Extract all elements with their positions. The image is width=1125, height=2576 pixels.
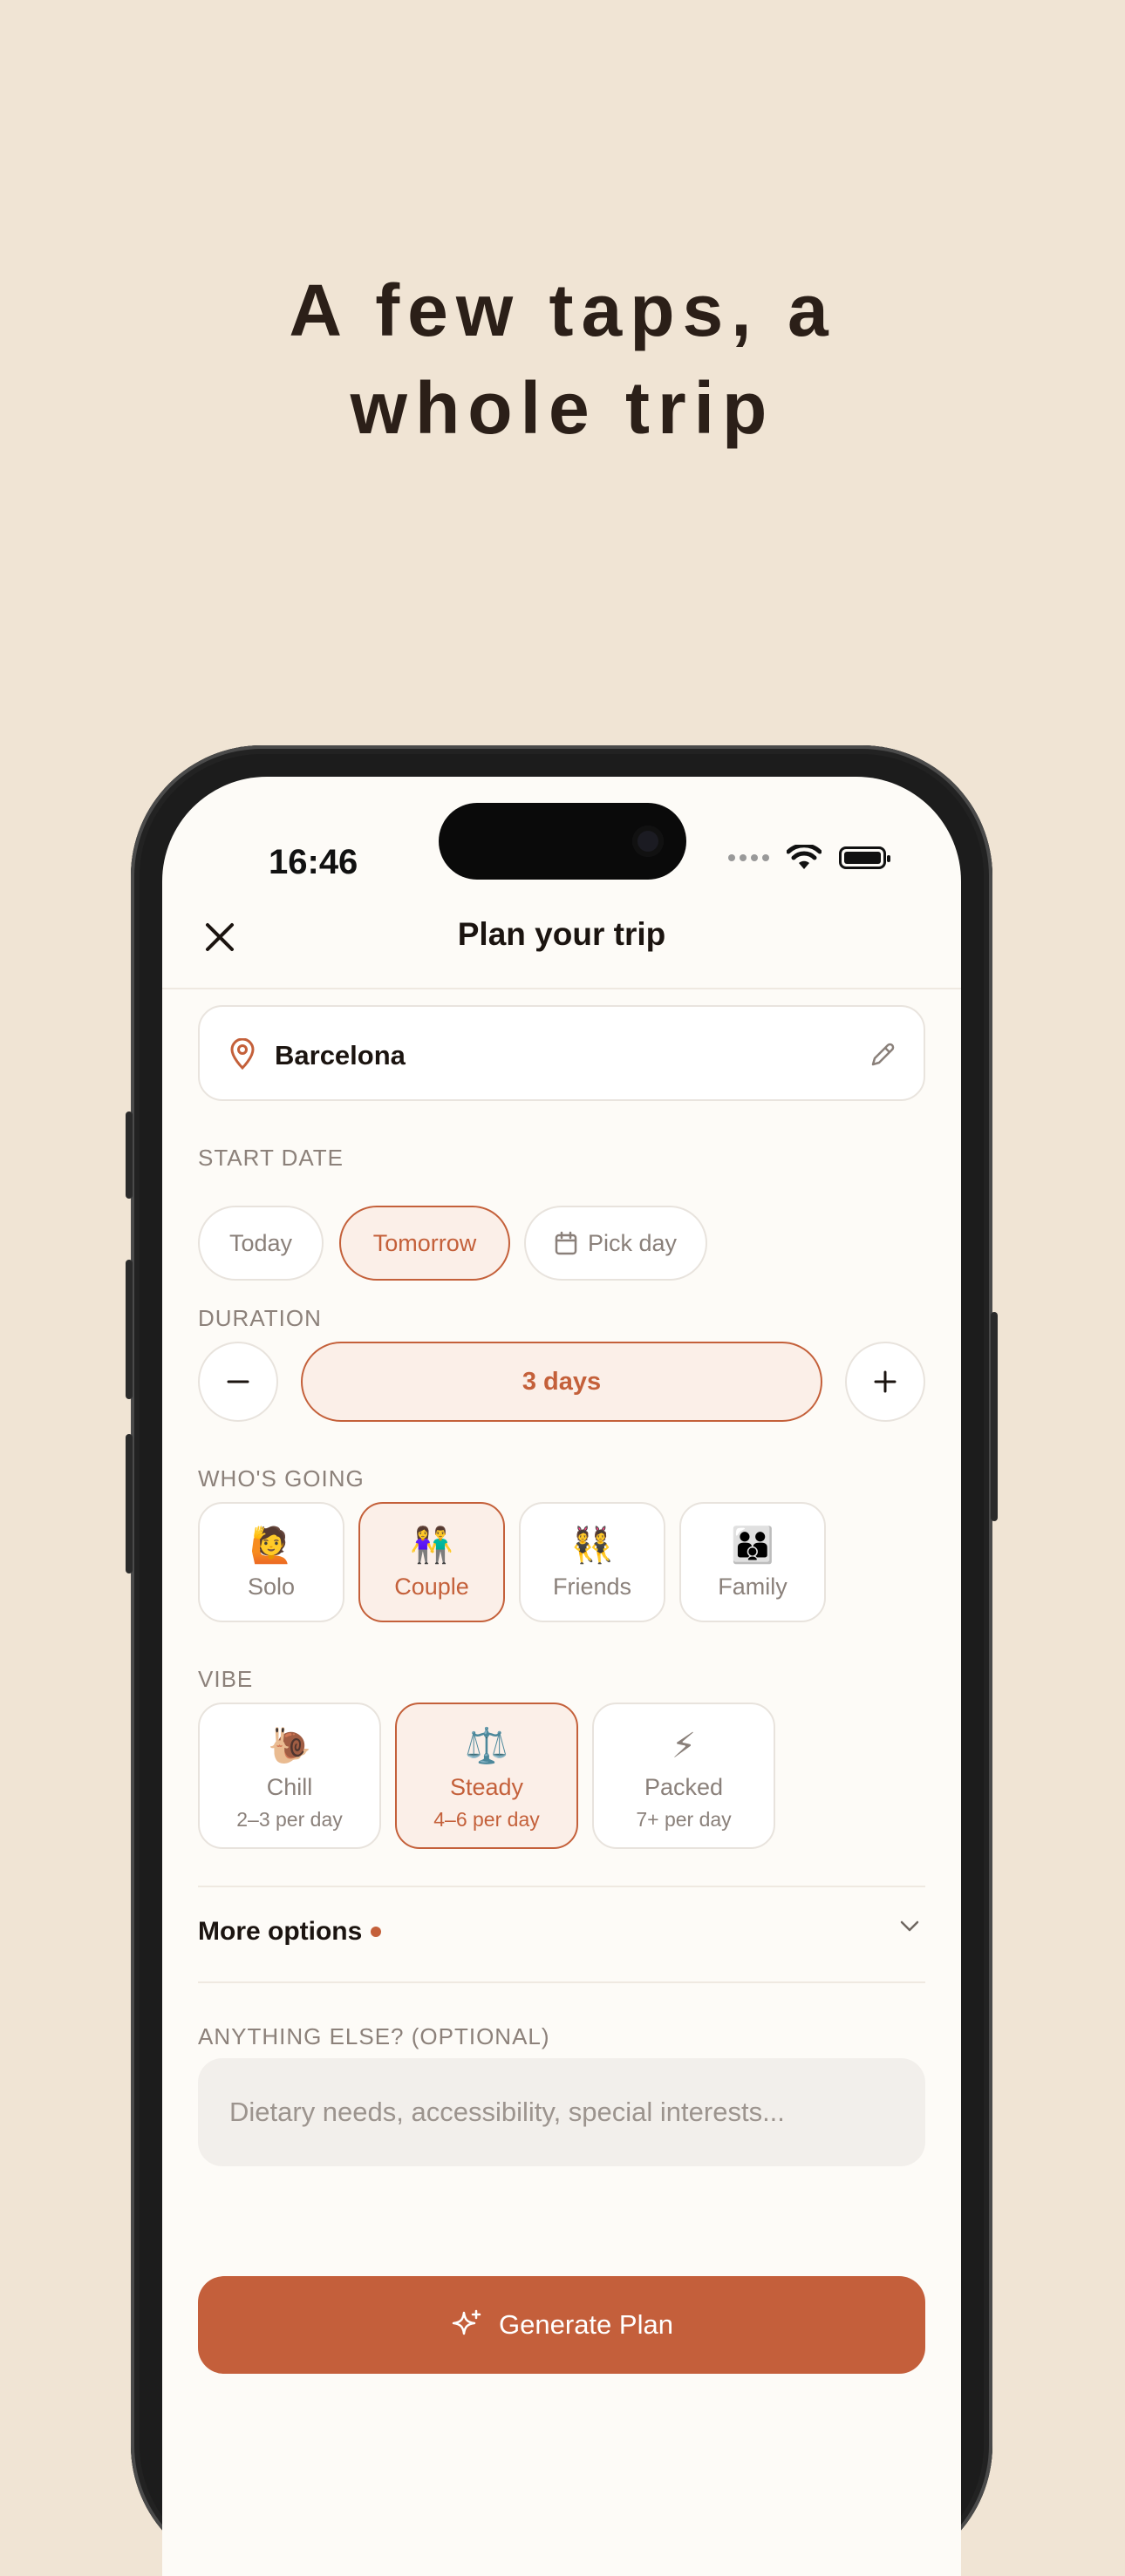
volume-down-button bbox=[126, 1434, 133, 1573]
headline: A few taps, a whole trip bbox=[0, 262, 1125, 457]
whos-going-friends[interactable]: 👯 Friends bbox=[519, 1502, 665, 1622]
action-button bbox=[126, 1111, 133, 1199]
nav-bar: Plan your trip bbox=[162, 892, 961, 989]
vibe-chill[interactable]: 🐌 Chill 2–3 per day bbox=[198, 1703, 381, 1849]
generate-plan-label: Generate Plan bbox=[499, 2309, 673, 2340]
sparkle-icon bbox=[452, 2309, 481, 2335]
battery-icon bbox=[839, 846, 890, 869]
snail-icon: 🐌 bbox=[268, 1727, 311, 1765]
duration-increment-button[interactable] bbox=[845, 1342, 925, 1422]
generate-plan-button[interactable]: Generate Plan bbox=[198, 2276, 925, 2374]
start-date-pick-day[interactable]: Pick day bbox=[524, 1206, 707, 1281]
camera-icon bbox=[632, 826, 664, 857]
whos-going-solo[interactable]: 🙋 Solo bbox=[198, 1502, 344, 1622]
headline-line-1: A few taps, a bbox=[289, 269, 836, 351]
app-screen: 16:46 Plan your trip Barcelona START DAT… bbox=[162, 777, 961, 2576]
family-icon: 👪 bbox=[731, 1526, 774, 1565]
more-options-indicator bbox=[371, 1927, 381, 1937]
divider bbox=[198, 1981, 925, 1983]
pencil-icon[interactable] bbox=[868, 1040, 897, 1070]
card-label: Chill bbox=[266, 1774, 313, 1800]
signal-icon bbox=[728, 854, 769, 861]
whos-going-label: WHO'S GOING bbox=[198, 1465, 365, 1492]
calendar-icon bbox=[555, 1231, 577, 1255]
start-date-tomorrow[interactable]: Tomorrow bbox=[339, 1206, 510, 1281]
whos-going-family[interactable]: 👪 Family bbox=[679, 1502, 826, 1622]
status-icons bbox=[728, 845, 890, 871]
plus-icon bbox=[874, 1370, 897, 1393]
start-date-today[interactable]: Today bbox=[198, 1206, 324, 1281]
phone-frame: 16:46 Plan your trip Barcelona START DAT… bbox=[126, 745, 998, 2576]
destination-city: Barcelona bbox=[275, 1040, 406, 1071]
page-title: Plan your trip bbox=[457, 916, 666, 952]
card-sublabel: 7+ per day bbox=[636, 1808, 732, 1831]
couple-icon: 👫 bbox=[410, 1526, 453, 1565]
chip-label: Pick day bbox=[587, 1229, 678, 1256]
card-label: Packed bbox=[644, 1774, 724, 1800]
status-time: 16:46 bbox=[269, 843, 358, 881]
scales-icon: ⚖️ bbox=[465, 1727, 508, 1765]
vibe-steady[interactable]: ⚖️ Steady 4–6 per day bbox=[395, 1703, 578, 1849]
power-button bbox=[991, 1312, 998, 1521]
card-label: Solo bbox=[247, 1573, 296, 1600]
whos-going-couple[interactable]: 👫 Couple bbox=[358, 1502, 505, 1622]
start-date-label: START DATE bbox=[198, 1145, 344, 1171]
destination-field[interactable]: Barcelona bbox=[198, 1005, 925, 1101]
card-label: Steady bbox=[449, 1774, 524, 1800]
card-sublabel: 2–3 per day bbox=[236, 1808, 343, 1831]
more-options-label: More options bbox=[198, 1917, 363, 1946]
card-label: Friends bbox=[552, 1573, 632, 1600]
duration-value: 3 days bbox=[301, 1342, 822, 1422]
chevron-down-icon[interactable] bbox=[897, 1913, 922, 1938]
vibe-label: VIBE bbox=[198, 1666, 254, 1692]
duration-decrement-button[interactable] bbox=[198, 1342, 278, 1422]
solo-icon: 🙋 bbox=[249, 1526, 293, 1565]
vibe-packed[interactable]: ⚡ Packed 7+ per day bbox=[592, 1703, 775, 1849]
volume-up-button bbox=[126, 1260, 133, 1399]
notes-label: ANYTHING ELSE? (OPTIONAL) bbox=[198, 2023, 550, 2049]
friends-icon: 👯 bbox=[570, 1526, 614, 1565]
chip-label: Today bbox=[228, 1229, 293, 1256]
location-pin-icon bbox=[230, 1038, 255, 1070]
card-label: Couple bbox=[394, 1573, 469, 1600]
lightning-icon: ⚡ bbox=[671, 1727, 697, 1765]
headline-line-2: whole trip bbox=[350, 367, 775, 449]
card-label: Family bbox=[718, 1573, 788, 1600]
notes-placeholder: Dietary needs, accessibility, special in… bbox=[229, 2097, 785, 2127]
wifi-icon bbox=[787, 845, 822, 869]
card-sublabel: 4–6 per day bbox=[433, 1808, 540, 1831]
notes-input[interactable]: Dietary needs, accessibility, special in… bbox=[198, 2058, 925, 2166]
dynamic-island bbox=[439, 803, 686, 880]
minus-icon bbox=[227, 1380, 249, 1383]
duration-label: DURATION bbox=[198, 1305, 322, 1331]
chip-label: Tomorrow bbox=[372, 1229, 477, 1256]
